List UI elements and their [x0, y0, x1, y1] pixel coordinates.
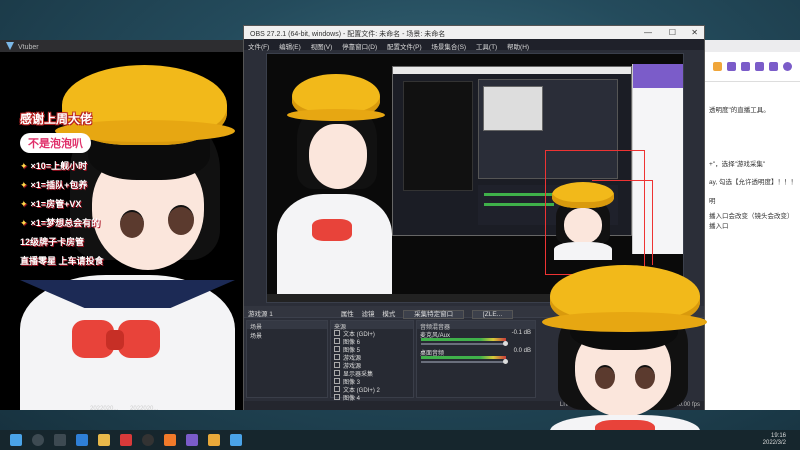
mode-select[interactable]: 采集特定窗口 [403, 310, 465, 319]
text-source-icon [334, 330, 340, 336]
browser-tabbar [705, 40, 800, 52]
extension-icon[interactable] [713, 62, 722, 71]
minimize-icon[interactable]: — [644, 28, 652, 37]
vtuber-studio-icon[interactable] [230, 434, 242, 446]
obs-window-title: OBS 27.2.1 (64-bit, windows) - 配置文件: 未命名… [250, 31, 446, 38]
browser-text-line: 播入口会改变（镜头会改变） [709, 213, 794, 220]
vtuber-app-icon[interactable] [186, 434, 198, 446]
menu-scene-collection[interactable]: 场景集合(S) [431, 44, 466, 51]
close-icon[interactable]: ✕ [691, 28, 698, 37]
overlay-title: 感谢上周大佬 [20, 112, 93, 126]
game-source-icon [334, 362, 340, 368]
scenes-panel: 场景 场景 [246, 320, 328, 398]
task-view-icon[interactable] [54, 434, 66, 446]
avatar[interactable] [783, 62, 792, 71]
star-icon: ✦ [20, 161, 28, 171]
desktop-thumbnails: 2022020... 2022020... [90, 406, 158, 412]
vtuber-avatar-right [540, 265, 710, 450]
overlay-line: ✦ ×1=插队+包养 [20, 180, 88, 190]
start-icon[interactable] [10, 434, 22, 446]
overlay-line: ✦ ×1=梦想总会有的 [20, 218, 101, 228]
monitor-source-icon [334, 370, 340, 376]
channel-db: -0.1 dB [511, 330, 531, 336]
search-icon[interactable] [32, 434, 44, 446]
overlay-line: 直播零星 上车请投食 [20, 256, 104, 266]
obs-titlebar[interactable]: OBS 27.2.1 (64-bit, windows) - 配置文件: 未命名… [244, 26, 704, 39]
overlay-line: ✦ ×1=房管+VX [20, 199, 82, 209]
volume-knob[interactable] [503, 341, 508, 346]
star-icon: ✦ [20, 180, 28, 190]
sources-panel: 来源 文本 (GDI+) 图像 6 图像 5 游戏源 游戏源 显示器采集 图像 … [330, 320, 414, 402]
overlay-line: 12级牌子卡房管 [20, 237, 85, 247]
menu-profile[interactable]: 配置文件(P) [387, 44, 422, 51]
netease-icon[interactable] [120, 434, 132, 446]
obs-icon[interactable] [142, 434, 154, 446]
image-source-icon [334, 394, 340, 400]
menu-view[interactable]: 视图(V) [311, 44, 333, 51]
vtuber-avatar-mini [548, 180, 618, 260]
menu-file[interactable]: 文件(F) [248, 44, 269, 51]
browser-text-line: 明 [709, 198, 716, 205]
browser-text-line: 播入口 [709, 223, 729, 230]
browser-window[interactable]: 透明度"的直播工具。 +"，选择"游戏采集" ay, 勾选【允许透明度】！！！ … [705, 40, 800, 410]
text-source-icon [334, 386, 340, 392]
audio-meter [421, 356, 506, 359]
windows-taskbar: 19:16 2022/3/2 [0, 430, 800, 450]
properties-button[interactable]: 属性 [341, 311, 354, 318]
star-icon: ✦ [20, 199, 28, 209]
menu-help[interactable]: 帮助(H) [507, 44, 529, 51]
overlay-line: ✦ ×10=上舰小时 [20, 161, 88, 171]
browser-toolbar [705, 52, 800, 82]
maximize-icon[interactable]: ☐ [669, 28, 676, 37]
browser-text-line: +"，选择"游戏采集" [709, 161, 766, 168]
mode-label: 模式 [382, 311, 396, 318]
mixer-header: 音频混音器 [417, 321, 535, 331]
extension-icon[interactable] [769, 62, 778, 71]
obs-menubar: 文件(F) 编辑(E) 视图(V) 停靠窗口(D) 配置文件(P) 场景集合(S… [244, 39, 704, 51]
clock-date: 2022/3/2 [762, 440, 786, 446]
file-explorer-icon[interactable] [98, 434, 110, 446]
overlay-name-pill: 不是泡泡叭 [20, 133, 91, 153]
annotation-line [652, 180, 653, 265]
app-icon[interactable] [208, 434, 220, 446]
thumbnail-label[interactable]: 2022020... [90, 406, 118, 412]
audio-mixer-panel: 音频混音器 麦克风/Aux -0.1 dB 桌面音频 0.0 dB [416, 320, 536, 398]
volume-knob[interactable] [503, 359, 508, 364]
menu-edit[interactable]: 编辑(E) [279, 44, 301, 51]
vtuber-window[interactable]: Vtuber 感谢上周大佬 不是泡泡叭 ✦ ×10=上舰小时 ✦ ×1=插队+包养 … [0, 40, 245, 410]
mixer-channel: 桌面音频 0.0 dB [417, 347, 535, 365]
audio-meter [421, 338, 506, 341]
menu-docks[interactable]: 停靠窗口(D) [342, 44, 377, 51]
filters-button[interactable]: 滤镜 [362, 311, 375, 318]
image-source-icon [334, 378, 340, 384]
star-icon: ✦ [20, 218, 28, 228]
source-item[interactable]: 图像 4 [331, 393, 413, 402]
volume-slider[interactable] [421, 361, 506, 363]
app-icon[interactable] [164, 434, 176, 446]
scene-item[interactable]: 场景 [247, 329, 327, 342]
menu-tools[interactable]: 工具(T) [476, 44, 497, 51]
edge-icon[interactable] [76, 434, 88, 446]
browser-text-line: 透明度"的直播工具。 [709, 107, 770, 114]
scenes-header: 场景 [247, 321, 327, 331]
clock-time: 19:16 [770, 433, 786, 439]
extension-icon[interactable] [755, 62, 764, 71]
selected-source-label: 游戏源 1 [248, 311, 273, 318]
thumbnail-label[interactable]: 2022020... [130, 406, 158, 412]
mixer-channel: 麦克风/Aux -0.1 dB [417, 329, 535, 347]
extension-icon[interactable] [727, 62, 736, 71]
browser-text-line: ay, 勾选【允许透明度】！！！ [709, 179, 797, 186]
channel-db: 0.0 dB [513, 348, 531, 354]
image-source-icon [334, 338, 340, 344]
image-source-icon [334, 346, 340, 352]
preview-vtuber [267, 54, 392, 294]
stream-overlay-panel: 感谢上周大佬 不是泡泡叭 ✦ ×10=上舰小时 ✦ ×1=插队+包养 ✦ ×1=房管+… [6, 110, 156, 267]
extension-icon[interactable] [741, 62, 750, 71]
volume-slider[interactable] [421, 343, 506, 345]
game-source-icon [334, 354, 340, 360]
window-select[interactable]: [ZLE... [471, 310, 514, 319]
taskbar-clock[interactable]: 19:16 2022/3/2 [763, 433, 786, 447]
